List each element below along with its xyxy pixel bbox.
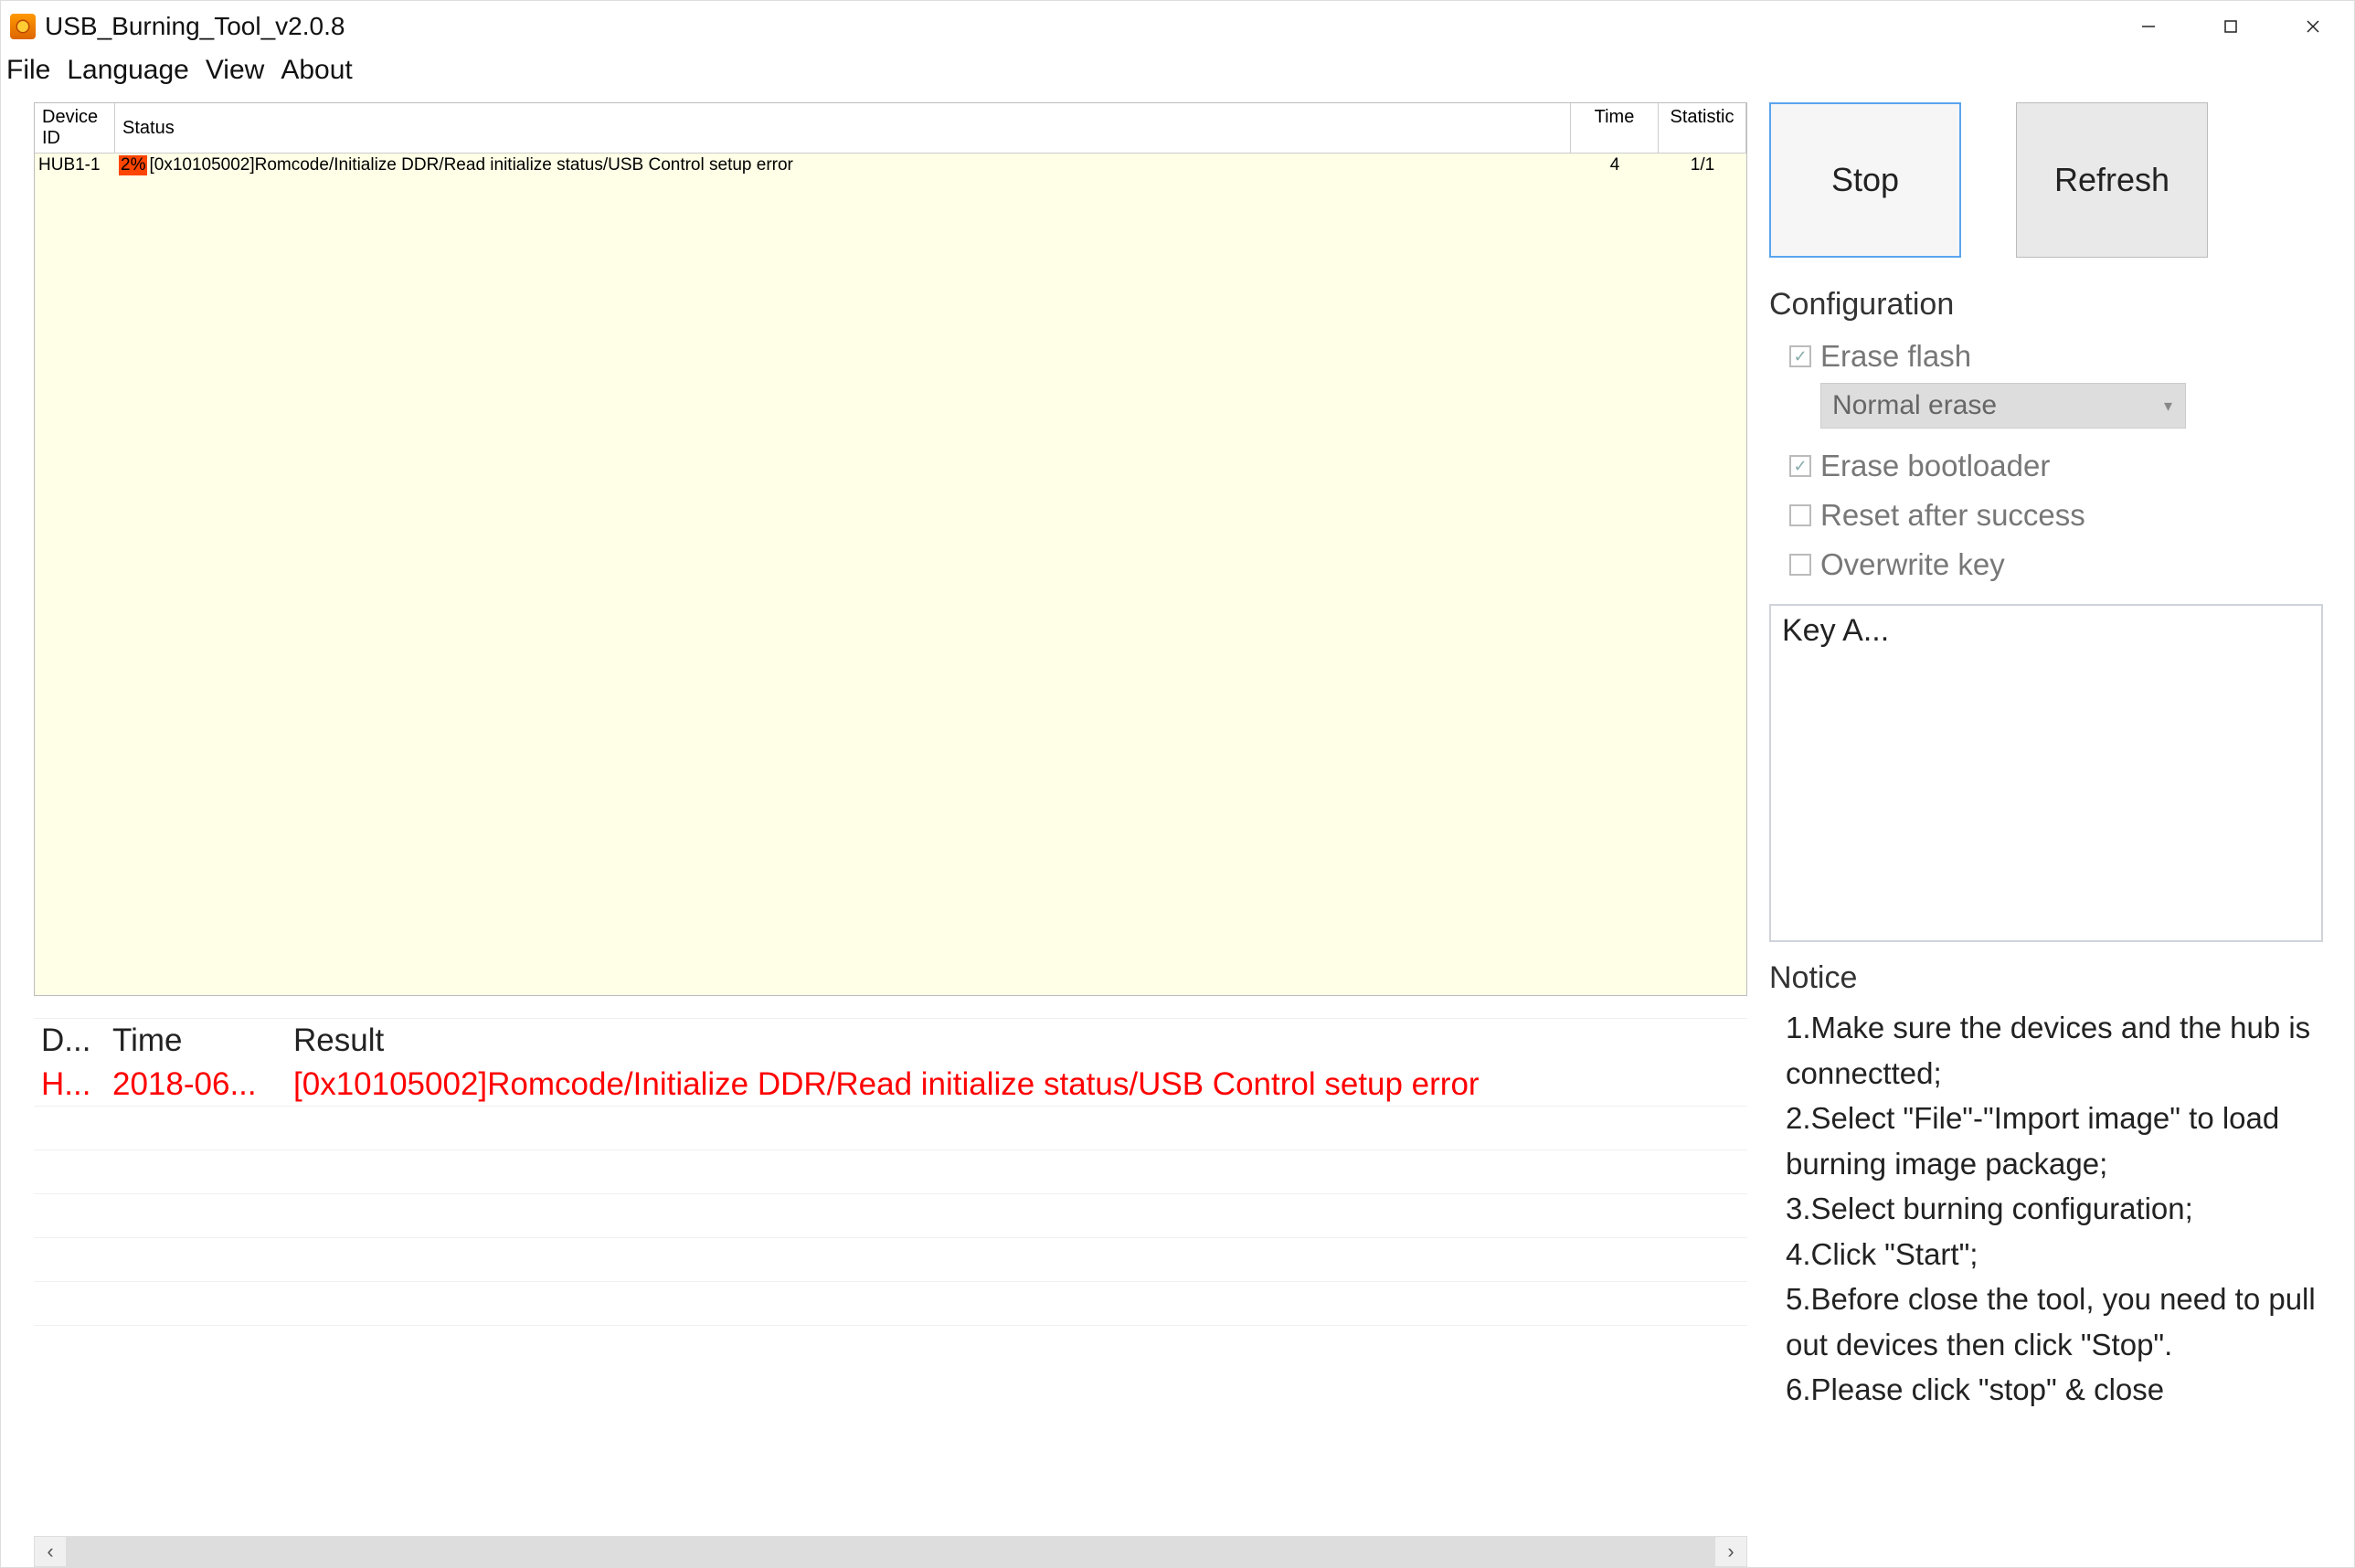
horizontal-scrollbar[interactable]: ‹ › (34, 1536, 1747, 1567)
right-column: Stop Refresh Configuration Erase flash N… (1769, 102, 2354, 1567)
erase-bootloader-checkbox[interactable]: Erase bootloader (1769, 441, 2323, 491)
app-window: USB_Burning_Tool_v2.0.8 File Language Vi… (0, 0, 2355, 1568)
notice-line: 1.Make sure the devices and the hub is c… (1786, 1005, 2319, 1096)
log-table: D... Time Result H... 2018-06... [0x1010… (34, 1018, 1747, 1567)
key-box-label: Key A... (1782, 613, 1889, 648)
chevron-down-icon: ▾ (2164, 397, 2172, 416)
log-row[interactable]: H... 2018-06... [0x10105002]Romcode/Init… (34, 1063, 1747, 1107)
minimize-button[interactable] (2107, 1, 2190, 51)
header-status[interactable]: Status (115, 103, 1571, 153)
menu-view[interactable]: View (206, 55, 264, 86)
log-header-result[interactable]: Result (286, 1019, 1747, 1063)
device-table: Device ID Status Time Statistic HUB1-1 2… (34, 102, 1747, 996)
checkbox-icon (1789, 455, 1811, 477)
device-id-cell: HUB1-1 (35, 154, 115, 177)
notice-body: 1.Make sure the devices and the hub is c… (1769, 1005, 2323, 1413)
scroll-right-arrow-icon[interactable]: › (1715, 1540, 1746, 1563)
action-buttons: Stop Refresh (1769, 102, 2323, 285)
window-controls (2107, 1, 2354, 51)
notice-line: 4.Click "Start"; (1786, 1232, 2319, 1277)
checkbox-icon (1789, 554, 1811, 576)
close-button[interactable] (2272, 1, 2354, 51)
header-time[interactable]: Time (1571, 103, 1659, 153)
log-row (34, 1282, 1747, 1326)
overwrite-key-checkbox[interactable]: Overwrite key (1769, 540, 2323, 589)
status-text: [0x10105002]Romcode/Initialize DDR/Read … (149, 155, 792, 175)
device-row[interactable]: HUB1-1 2% [0x10105002]Romcode/Initialize… (35, 154, 1746, 177)
menu-about[interactable]: About (281, 55, 352, 86)
log-result-cell: [0x10105002]Romcode/Initialize DDR/Read … (286, 1066, 1747, 1103)
window-title: USB_Burning_Tool_v2.0.8 (45, 12, 345, 41)
header-statistic[interactable]: Statistic (1659, 103, 1746, 153)
log-row (34, 1150, 1747, 1194)
log-table-header: D... Time Result (34, 1019, 1747, 1063)
titlebar: USB_Burning_Tool_v2.0.8 (1, 1, 2354, 51)
checkbox-icon (1789, 345, 1811, 367)
notice-line: 3.Select burning configuration; (1786, 1186, 2319, 1232)
key-box[interactable]: Key A... (1769, 604, 2323, 942)
checkbox-icon (1789, 504, 1811, 526)
scroll-thumb[interactable] (66, 1537, 1715, 1566)
configuration-title: Configuration (1769, 285, 2323, 332)
scroll-track[interactable] (66, 1537, 1715, 1566)
left-column: Device ID Status Time Statistic HUB1-1 2… (1, 102, 1769, 1567)
checkbox-label: Erase bootloader (1820, 449, 2050, 483)
log-row (34, 1107, 1747, 1150)
checkbox-label: Reset after success (1820, 498, 2085, 533)
menu-language[interactable]: Language (67, 55, 188, 86)
log-time-cell: 2018-06... (105, 1066, 286, 1103)
reset-after-success-checkbox[interactable]: Reset after success (1769, 491, 2323, 540)
app-icon (10, 14, 36, 39)
device-table-header: Device ID Status Time Statistic (35, 103, 1746, 154)
checkbox-label: Overwrite key (1820, 547, 2005, 582)
header-device-id[interactable]: Device ID (35, 103, 115, 153)
device-time-cell: 4 (1571, 154, 1659, 177)
scroll-left-arrow-icon[interactable]: ‹ (35, 1540, 66, 1563)
refresh-button[interactable]: Refresh (2016, 102, 2208, 258)
content: Device ID Status Time Statistic HUB1-1 2… (1, 95, 2354, 1567)
select-value: Normal erase (1832, 390, 1997, 421)
log-row (34, 1238, 1747, 1282)
log-header-d[interactable]: D... (34, 1019, 105, 1063)
erase-mode-select[interactable]: Normal erase ▾ (1820, 383, 2186, 429)
erase-flash-checkbox[interactable]: Erase flash (1769, 332, 2323, 381)
log-row (34, 1194, 1747, 1238)
progress-badge: 2% (119, 155, 147, 175)
notice-line: 5.Before close the tool, you need to pul… (1786, 1277, 2319, 1367)
notice-line: 2.Select "File"-"Import image" to load b… (1786, 1096, 2319, 1186)
maximize-button[interactable] (2190, 1, 2272, 51)
device-statistic-cell: 1/1 (1659, 154, 1746, 177)
log-header-time[interactable]: Time (105, 1019, 286, 1063)
notice-line: 6.Please click "stop" & close (1786, 1367, 2319, 1413)
stop-button[interactable]: Stop (1769, 102, 1961, 258)
menu-file[interactable]: File (6, 55, 50, 86)
notice-title: Notice (1769, 960, 2323, 1005)
checkbox-label: Erase flash (1820, 339, 1971, 374)
menubar: File Language View About (1, 51, 2354, 95)
device-status-cell: 2% [0x10105002]Romcode/Initialize DDR/Re… (115, 154, 1571, 177)
log-d-cell: H... (34, 1066, 105, 1103)
